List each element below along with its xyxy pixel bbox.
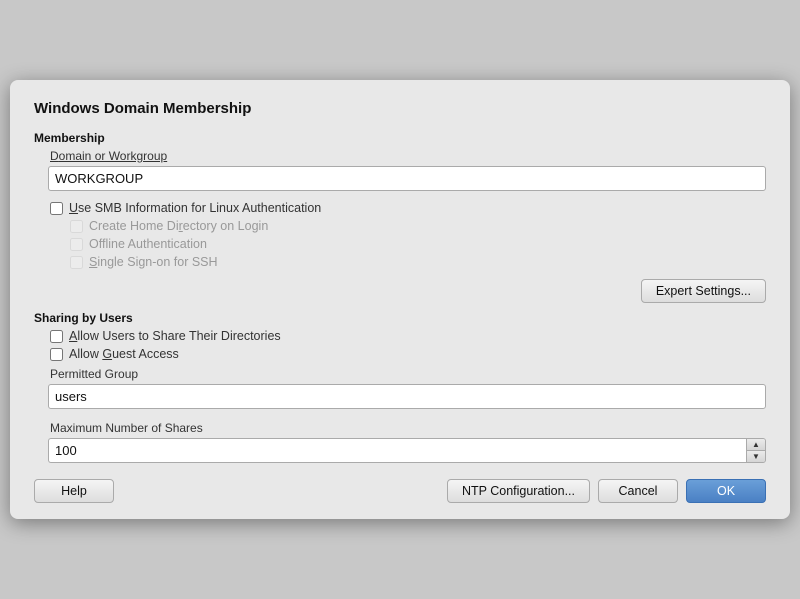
single-sign-on-checkbox[interactable] xyxy=(70,256,83,269)
offline-auth-label: Offline Authentication xyxy=(89,237,207,251)
membership-section: Membership Domain or Workgroup Use SMB I… xyxy=(34,131,766,269)
spinner-up-button[interactable]: ▲ xyxy=(747,439,765,451)
spinner-down-button[interactable]: ▼ xyxy=(747,451,765,462)
allow-guest-checkbox[interactable] xyxy=(50,348,63,361)
membership-section-label: Membership xyxy=(34,131,766,145)
single-sign-on-label: Single Sign-on for SSH xyxy=(89,255,218,269)
help-area: Help xyxy=(34,479,114,503)
help-button[interactable]: Help xyxy=(34,479,114,503)
use-smb-checkbox[interactable] xyxy=(50,202,63,215)
spinner-controls: ▲ ▼ xyxy=(746,438,766,463)
expert-settings-area: Expert Settings... xyxy=(34,279,766,303)
ok-button[interactable]: OK xyxy=(686,479,766,503)
create-home-checkbox[interactable] xyxy=(70,220,83,233)
permitted-group-label: Permitted Group xyxy=(48,367,766,381)
action-buttons: NTP Configuration... Cancel OK xyxy=(447,479,766,503)
cancel-button[interactable]: Cancel xyxy=(598,479,678,503)
allow-guest-label[interactable]: Allow Guest Access xyxy=(69,347,179,361)
domain-input[interactable] xyxy=(48,166,766,191)
permitted-group-input[interactable] xyxy=(48,384,766,409)
dialog-title: Windows Domain Membership xyxy=(34,100,766,117)
max-shares-label: Maximum Number of Shares xyxy=(48,421,766,435)
allow-share-checkbox[interactable] xyxy=(50,330,63,343)
single-sign-on-row: Single Sign-on for SSH xyxy=(48,255,766,269)
permitted-group-group: Permitted Group xyxy=(48,367,766,413)
create-home-row: Create Home Directory on Login xyxy=(48,219,766,233)
sharing-section-label: Sharing by Users xyxy=(34,311,766,325)
sharing-section: Sharing by Users Allow Users to Share Th… xyxy=(34,311,766,463)
max-shares-spinner: ▲ ▼ xyxy=(48,438,766,463)
offline-auth-checkbox[interactable] xyxy=(70,238,83,251)
ntp-config-button[interactable]: NTP Configuration... xyxy=(447,479,590,503)
dialog-window: Windows Domain Membership Membership Dom… xyxy=(10,80,790,519)
allow-guest-row: Allow Guest Access xyxy=(48,347,766,361)
allow-share-label[interactable]: Allow Users to Share Their Directories xyxy=(69,329,281,343)
max-shares-group: Maximum Number of Shares ▲ ▼ xyxy=(48,421,766,463)
expert-settings-button[interactable]: Expert Settings... xyxy=(641,279,766,303)
use-smb-row: Use SMB Information for Linux Authentica… xyxy=(48,201,766,215)
create-home-label: Create Home Directory on Login xyxy=(89,219,268,233)
domain-or-workgroup-label: Domain or Workgroup xyxy=(48,149,766,163)
use-smb-label[interactable]: Use SMB Information for Linux Authentica… xyxy=(69,201,321,215)
allow-share-row: Allow Users to Share Their Directories xyxy=(48,329,766,343)
bottom-bar: Help NTP Configuration... Cancel OK xyxy=(34,479,766,503)
offline-auth-row: Offline Authentication xyxy=(48,237,766,251)
max-shares-input[interactable] xyxy=(48,438,746,463)
